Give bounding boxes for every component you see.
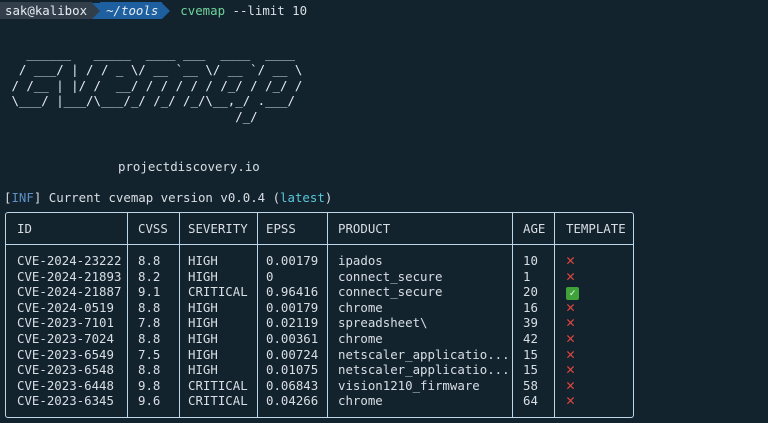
- prompt-directory: ~/tools: [100, 2, 163, 19]
- cell-product: netscaler_applicatio...: [338, 346, 510, 362]
- cell-severity: HIGH: [188, 268, 218, 284]
- command-binary: cvemap: [180, 3, 226, 18]
- banner-line: / /__ | |/ / __/ / / / / / /_/ / /_/ /: [4, 77, 303, 93]
- column-divider: [554, 213, 555, 417]
- cell-id: CVE-2023-6549: [17, 346, 114, 362]
- cell-severity: HIGH: [188, 253, 218, 268]
- cell-epss: 0.06843: [266, 377, 319, 393]
- prompt-separator: [92, 2, 101, 19]
- cell-severity: HIGH: [188, 299, 218, 315]
- cell-cvss: 9.6: [138, 393, 161, 409]
- cross-icon: ✕: [566, 266, 576, 285]
- cve-table: ID CVSS SEVERITY EPSS PRODUCT AGE TEMPLATE CVE-…: [5, 212, 634, 418]
- command-line[interactable]: cvemap --limit 10: [180, 3, 307, 18]
- cell-severity: HIGH: [188, 331, 218, 346]
- cell-severity: HIGH: [188, 362, 218, 378]
- cell-age: 15: [523, 362, 538, 378]
- banner-line: / ___/ | / / _ \/ __ `__ \/ __ `/ __ \: [4, 61, 303, 77]
- cell-product: vision1210_firmware: [338, 377, 480, 393]
- header-template: TEMPLATE: [566, 221, 626, 236]
- cell-product: chrome: [338, 299, 383, 315]
- cell-id: CVE-2024-23222: [17, 253, 122, 268]
- version-suffix: ): [324, 190, 333, 205]
- cell-product: connect_secure: [338, 268, 443, 284]
- cell-age: 42: [523, 331, 538, 346]
- column-divider: [127, 213, 128, 417]
- cell-cvss: 8.8: [138, 299, 161, 315]
- column-divider: [327, 213, 328, 417]
- latest-status: latest: [280, 190, 325, 205]
- cell-product: netscaler_applicatio...: [338, 362, 510, 378]
- cell-epss: 0: [266, 268, 274, 284]
- cross-icon: ✕: [566, 391, 576, 410]
- cell-cvss: 8.8: [138, 362, 161, 378]
- cell-epss: 0.00179: [266, 253, 319, 268]
- info-tag: INF: [11, 190, 34, 205]
- site-url: projectdiscovery.io: [118, 159, 260, 174]
- column-divider: [179, 213, 180, 417]
- cell-product: chrome: [338, 393, 383, 409]
- cell-template: ✕: [566, 393, 575, 409]
- prompt-separator-end: [162, 2, 171, 19]
- cell-age: 10: [523, 253, 538, 268]
- header-cvss: CVSS: [138, 221, 168, 236]
- cell-epss: 0.00179: [266, 299, 319, 315]
- cell-epss: 0.00361: [266, 331, 319, 346]
- banner-line: \___/ |___/\___/_/ /_/ /_/\__,_/ .___/: [4, 93, 295, 109]
- cell-epss: 0.96416: [266, 284, 319, 300]
- cell-id: CVE-2023-6548: [17, 362, 114, 378]
- cell-age: 20: [523, 284, 538, 300]
- cell-epss: 0.01075: [266, 362, 319, 378]
- cell-epss: 0.00724: [266, 346, 319, 362]
- prompt-user: sak@kalibox: [0, 2, 93, 19]
- cell-age: 58: [523, 377, 538, 393]
- ascii-banner: ______ _____ ____ ___ ____ ____ / ___/ |…: [4, 46, 302, 125]
- cell-epss: 0.04266: [266, 393, 319, 409]
- cell-severity: CRITICAL: [188, 393, 248, 409]
- cell-product: ipados: [338, 253, 383, 268]
- cell-severity: HIGH: [188, 346, 218, 362]
- cell-product: chrome: [338, 331, 383, 346]
- banner-line: ______ _____ ____ ___ ____ ____: [4, 46, 295, 61]
- command-args: --limit 10: [225, 3, 308, 18]
- cell-epss: 0.02119: [266, 315, 319, 331]
- cell-id: CVE-2024-0519: [17, 299, 114, 315]
- cell-id: CVE-2024-21893: [17, 268, 122, 284]
- version-line: [INF] Current cvemap version v0.0.4 (lat…: [4, 190, 332, 205]
- cell-product: spreadsheet\: [338, 315, 428, 331]
- column-divider: [257, 213, 258, 417]
- version-text: ] Current cvemap version v0.0.4 (: [33, 190, 281, 205]
- cell-id: CVE-2023-6448: [17, 377, 114, 393]
- cell-cvss: 7.8: [138, 315, 161, 331]
- cell-cvss: 8.2: [138, 268, 161, 284]
- cell-severity: HIGH: [188, 315, 218, 331]
- cell-age: 15: [523, 346, 538, 362]
- column-divider: [512, 213, 513, 417]
- cell-id: CVE-2023-6345: [17, 393, 114, 409]
- header-age: AGE: [523, 221, 546, 236]
- cell-age: 64: [523, 393, 538, 409]
- cell-template: ✕: [566, 266, 576, 285]
- cell-cvss: 8.8: [138, 253, 161, 268]
- cell-age: 39: [523, 315, 538, 331]
- cell-id: CVE-2023-7024: [17, 331, 114, 346]
- cell-id: CVE-2023-7101: [17, 315, 114, 331]
- header-product: PRODUCT: [338, 221, 391, 236]
- header-severity: SEVERITY: [188, 221, 248, 236]
- cell-cvss: 9.1: [138, 284, 161, 300]
- cell-severity: CRITICAL: [188, 377, 248, 393]
- cell-severity: CRITICAL: [188, 284, 248, 300]
- cell-cvss: 9.8: [138, 377, 161, 393]
- cell-age: 1: [523, 268, 531, 284]
- header-epss: EPSS: [266, 221, 296, 236]
- cell-id: CVE-2024-21887: [17, 284, 122, 300]
- header-divider: [6, 244, 633, 245]
- banner-line: /_/: [4, 109, 258, 125]
- shell-prompt: sak@kalibox ~/tools cvemap --limit 10: [0, 2, 307, 19]
- header-id: ID: [17, 221, 32, 236]
- cell-cvss: 7.5: [138, 346, 161, 362]
- cell-product: connect_secure: [338, 284, 443, 300]
- cell-age: 16: [523, 299, 538, 315]
- cell-cvss: 8.8: [138, 331, 161, 346]
